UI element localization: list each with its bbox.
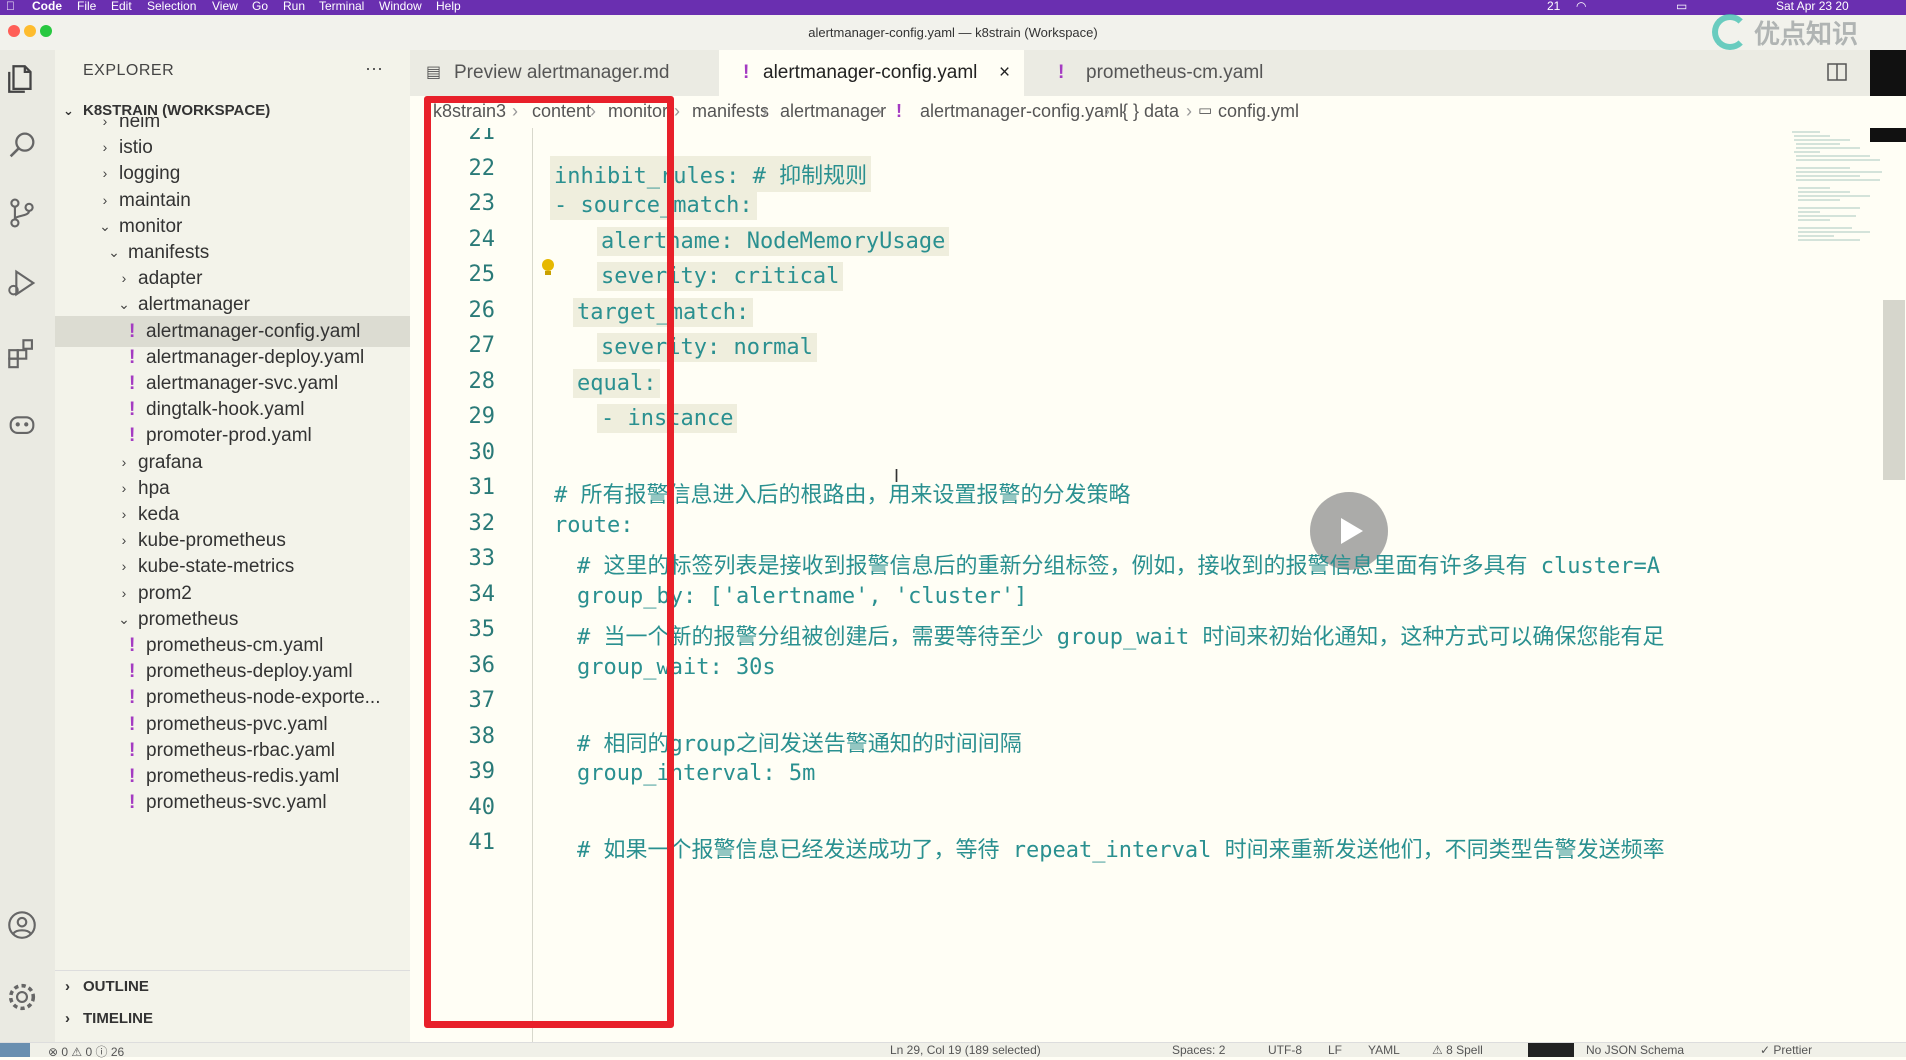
file-item[interactable]: ! prometheus-svc.yaml [55,787,410,818]
split-editor-icon[interactable] [1825,60,1849,84]
activity-bar [0,50,55,1042]
tab-alertmanager-config[interactable]: ! alertmanager-config.yaml × [719,50,1024,96]
breadcrumb-item[interactable]: { } data [1122,96,1179,126]
config-icon: ▭ [1198,102,1213,119]
json-schema[interactable]: No JSON Schema [1586,1043,1684,1057]
editor-tab-bar: ▤ Preview alertmanager.md ! alertmanager… [410,50,1906,142]
status-count: 21 [1547,0,1561,13]
watermark-logo-icon [1712,14,1748,50]
copilot-icon[interactable] [5,406,39,440]
menu-view[interactable]: View [212,0,238,12]
explorer-more-button[interactable]: ··· [365,58,383,79]
encoding[interactable]: UTF-8 [1268,1043,1302,1057]
file-tree: › helm › istio › logging › maintain ⌄ monitor ⌄ man… [55,117,410,997]
timeline-label: TIMELINE [83,1010,153,1027]
window-title: alertmanager-config.yaml — k8strain (Wor… [808,25,1098,40]
chevron-right-icon: › [876,101,882,121]
explorer-icon[interactable] [5,62,39,96]
remote-indicator[interactable] [0,1043,30,1057]
tab-preview-alertmanager[interactable]: ▤ Preview alertmanager.md [410,50,715,96]
yaml-file-icon: ! [743,62,750,83]
minimap[interactable] [1790,128,1890,328]
chevron-right-icon: › [762,101,768,121]
extensions-icon[interactable] [5,336,39,370]
macos-menubar:  Code File Edit Selection View Go Run T… [0,0,1906,15]
breadcrumb-item[interactable]: config.yml [1218,96,1299,126]
battery-icon[interactable]: ▭ [1676,0,1687,12]
indentation[interactable]: Spaces: 2 [1172,1043,1225,1057]
settings-gear-icon[interactable] [5,980,39,1014]
explorer-header: EXPLORER [83,62,175,79]
problems-indicator[interactable]: ⊗ 0 ⚠ 0 ⓘ 26 [48,1043,124,1060]
chevron-right-icon: › [1186,101,1192,121]
account-icon[interactable] [5,908,39,942]
code-comment: # 如果一个报警信息已经发送成功了，等待 repeat_interval 时间来… [577,838,1665,863]
tab-label: alertmanager-config.yaml [763,62,978,83]
breadcrumb-item[interactable]: manifests [692,96,769,126]
timeline-section[interactable]: › TIMELINE [55,1004,410,1034]
menu-selection[interactable]: Selection [147,0,196,12]
menu-help[interactable]: Help [436,0,461,12]
source-control-icon[interactable] [5,196,39,230]
play-icon [1341,518,1363,544]
vertical-scrollbar[interactable] [1883,300,1905,480]
tree-item-label: prometheus-svc.yaml [146,792,327,814]
apple-icon[interactable]:  [6,0,15,12]
outline-section[interactable]: › OUTLINE [55,972,410,1002]
menubar-clock[interactable]: Sat Apr 23 20 [1776,0,1849,12]
tab-label: prometheus-cm.yaml [1086,62,1264,83]
menu-terminal[interactable]: Terminal [319,0,364,12]
explorer-sidebar: EXPLORER ··· ⌄ K8STRAIN (WORKSPACE) › hel… [55,50,411,1042]
prettier-status[interactable]: ✓ Prettier [1760,1043,1812,1057]
spell-check[interactable]: ⚠ 8 Spell [1432,1043,1483,1057]
menu-app-name[interactable]: Code [32,0,62,12]
menu-file[interactable]: File [77,0,96,12]
status-bar: ⊗ 0 ⚠ 0 ⓘ 26 Ln 29, Col 19 (189 selected… [0,1042,1906,1060]
divider [55,970,410,971]
yaml-file-icon: ! [1058,62,1065,83]
chevron-right-icon: › [674,101,680,121]
close-tab-icon[interactable]: × [999,50,1010,96]
menu-run[interactable]: Run [283,0,305,12]
preview-icon: ▤ [426,64,442,81]
menu-go[interactable]: Go [252,0,268,12]
chevron-right-icon: › [1104,101,1110,121]
tab-prometheus-cm[interactable]: ! prometheus-cm.yaml [1028,50,1288,96]
search-icon[interactable] [5,128,39,162]
minimap-preview [1792,131,1882,241]
chevron-right-icon: › [65,1010,70,1027]
outline-label: OUTLINE [83,978,149,995]
menu-window[interactable]: Window [379,0,422,12]
watermark-text: 优点知识 [1754,18,1859,49]
window-titlebar: alertmanager-config.yaml — k8strain (Wor… [0,14,1906,51]
copilot-status-icon[interactable] [1528,1043,1574,1057]
breadcrumb-item[interactable]: alertmanager-config.yaml [920,96,1123,126]
watermark: 优点知识 [1712,14,1859,50]
language-mode[interactable]: YAML [1368,1043,1400,1057]
yaml-file-icon: ! [129,792,136,814]
chevron-right-icon: › [65,978,70,995]
cursor-position[interactable]: Ln 29, Col 19 (189 selected) [890,1043,1041,1057]
code-comment: # 这里的标签列表是接收到报警信息后的重新分组标签，例如，接收到的报警信息里面有… [577,554,1660,579]
breadcrumb-item[interactable]: alertmanager [780,96,886,126]
yaml-file-icon: ! [896,101,902,121]
tab-label: Preview alertmanager.md [454,62,670,83]
menu-edit[interactable]: Edit [111,0,132,12]
wifi-icon[interactable]: ◠ [1576,0,1586,12]
run-debug-icon[interactable] [5,266,39,300]
code-comment: # 当一个新的报警分组被创建后，需要等待至少 group_wait 时间来初始化… [577,625,1665,650]
line-ending[interactable]: LF [1328,1043,1342,1057]
red-annotation-box [424,96,674,1028]
